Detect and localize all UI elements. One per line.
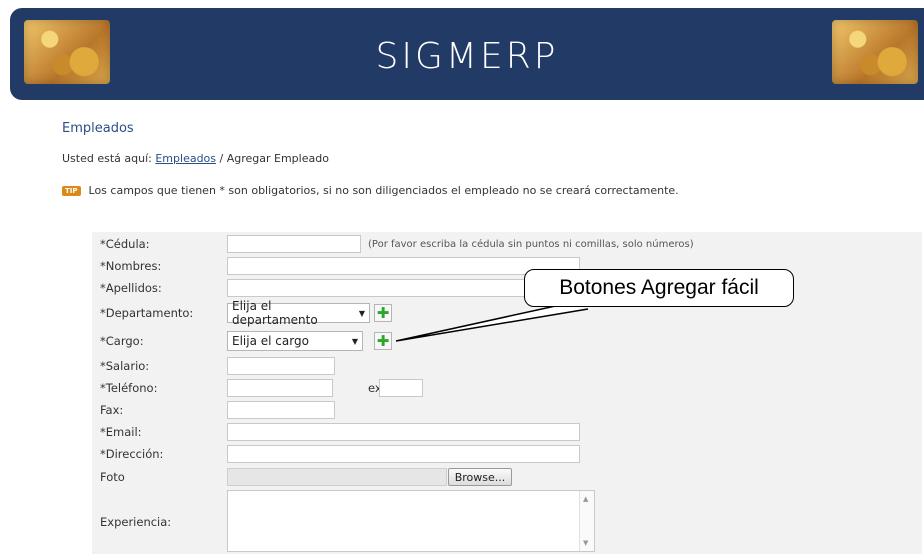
callout-label: Botones Agregar fácil <box>524 269 794 307</box>
